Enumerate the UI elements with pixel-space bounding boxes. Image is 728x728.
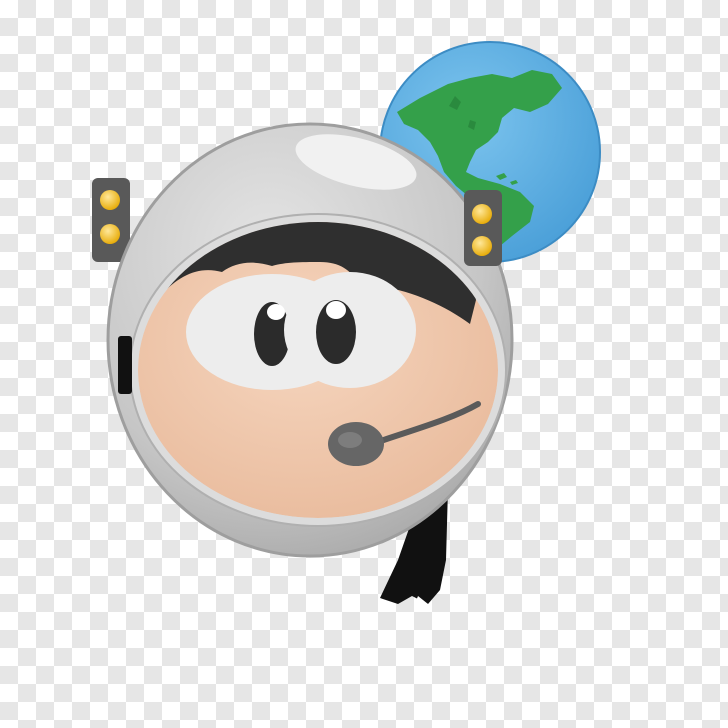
helmet-side-slot [118, 336, 132, 394]
right-eye [284, 272, 416, 388]
right-helmet-lights [464, 190, 502, 266]
left-light-bottom-icon [100, 224, 120, 244]
right-light-bottom-icon [472, 236, 492, 256]
astronaut-illustration [92, 41, 601, 612]
image-canvas [0, 0, 728, 728]
right-light-top-icon [472, 204, 492, 224]
left-helmet-lights [92, 178, 130, 262]
left-light-top-icon [100, 190, 120, 210]
